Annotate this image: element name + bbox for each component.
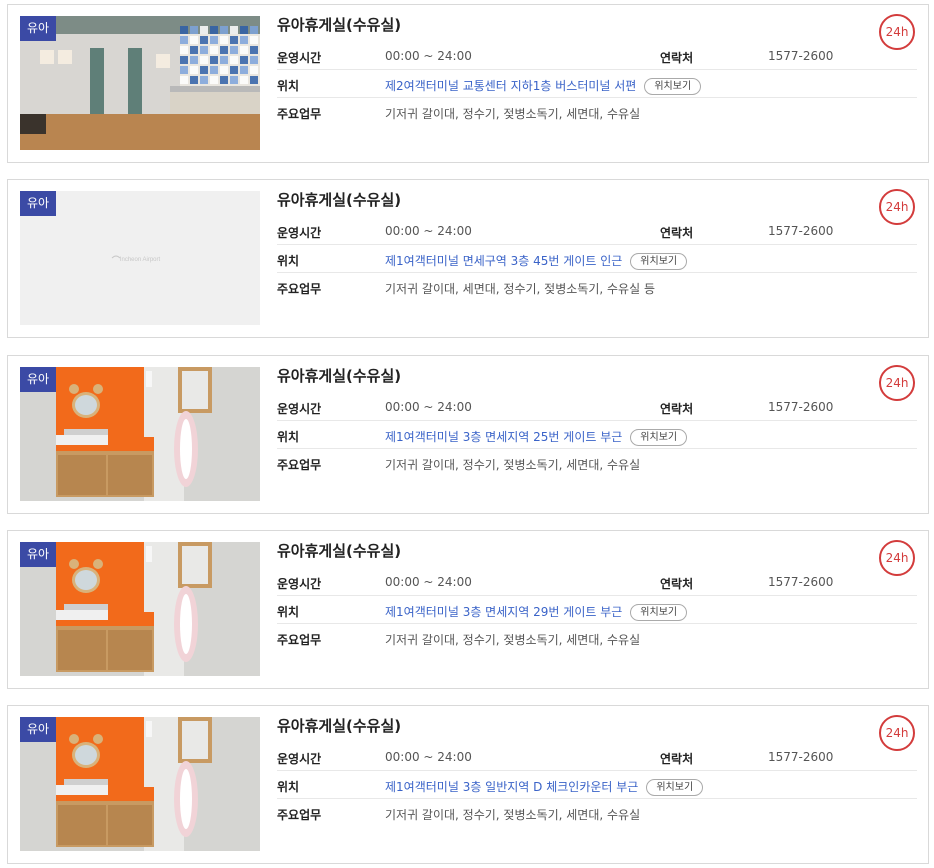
view-location-button[interactable]: 위치보기: [630, 253, 688, 270]
facility-info: 운영시간 00:00 ~ 24:00 연락처 1577-2600 위치 제1여객…: [277, 217, 917, 301]
facility-info: 운영시간 00:00 ~ 24:00 연락처 1577-2600 위치 제2여객…: [277, 42, 917, 126]
hours-label: 운영시간: [277, 752, 322, 766]
services-value: 기저귀 갈이대, 정수기, 젖병소독기, 세면대, 수유실: [385, 458, 641, 472]
hours-value: 00:00 ~ 24:00: [385, 400, 472, 414]
contact-value: 1577-2600: [768, 400, 834, 414]
location-label: 위치: [277, 79, 300, 93]
services-value: 기저귀 갈이대, 정수기, 젖병소독기, 세면대, 수유실: [385, 808, 641, 822]
category-badge: 유아: [20, 367, 56, 392]
location-row: 위치 제2여객터미널 교통센터 지하1층 버스터미널 서편 위치보기: [277, 70, 917, 98]
facility-card: 유아 유아휴게실(수유실) 24h 운영시간 00:00 ~ 24:00 연락처…: [7, 530, 929, 689]
services-row: 주요업무 기저귀 갈이대, 세면대, 정수기, 젖병소독기, 수유실 등: [277, 273, 917, 301]
facility-title: 유아휴게실(수유실): [277, 191, 402, 209]
contact-value: 1577-2600: [768, 750, 834, 764]
location-value: 제1여객터미널 3층 면세지역 29번 게이트 부근 위치보기: [385, 603, 688, 621]
location-row: 위치 제1여객터미널 3층 면세지역 29번 게이트 부근 위치보기: [277, 596, 917, 624]
hours-value: 00:00 ~ 24:00: [385, 575, 472, 589]
facility-title: 유아휴게실(수유실): [277, 717, 402, 735]
facility-card: 유아 유아휴게실(수유실) 24h 운영시간 00:00 ~ 24:00 연락처…: [7, 355, 929, 514]
contact-label: 연락처: [660, 577, 694, 591]
hours-row: 운영시간 00:00 ~ 24:00 연락처 1577-2600: [277, 42, 917, 70]
category-badge: 유아: [20, 542, 56, 567]
view-location-button[interactable]: 위치보기: [644, 78, 702, 95]
facility-photo: Incheon Airport 유아: [20, 191, 260, 325]
services-label: 주요업무: [277, 808, 322, 822]
hours-label: 운영시간: [277, 402, 322, 416]
contact-value: 1577-2600: [768, 49, 834, 63]
location-label: 위치: [277, 780, 300, 794]
category-badge: 유아: [20, 717, 56, 742]
location-value: 제1여객터미널 면세구역 3층 45번 게이트 인근 위치보기: [385, 252, 688, 270]
facility-photo: 유아: [20, 542, 260, 676]
services-row: 주요업무 기저귀 갈이대, 정수기, 젖병소독기, 세면대, 수유실: [277, 98, 917, 126]
facility-info: 운영시간 00:00 ~ 24:00 연락처 1577-2600 위치 제1여객…: [277, 743, 917, 827]
hours-row: 운영시간 00:00 ~ 24:00 연락처 1577-2600: [277, 743, 917, 771]
location-row: 위치 제1여객터미널 3층 면세지역 25번 게이트 부근 위치보기: [277, 421, 917, 449]
hours-row: 운영시간 00:00 ~ 24:00 연락처 1577-2600: [277, 217, 917, 245]
facility-title: 유아휴게실(수유실): [277, 542, 402, 560]
contact-label: 연락처: [660, 226, 694, 240]
facility-photo: 유아: [20, 717, 260, 851]
hours-row: 운영시간 00:00 ~ 24:00 연락처 1577-2600: [277, 568, 917, 596]
services-label: 주요업무: [277, 107, 322, 121]
contact-value: 1577-2600: [768, 224, 834, 238]
location-label: 위치: [277, 605, 300, 619]
services-row: 주요업무 기저귀 갈이대, 정수기, 젖병소독기, 세면대, 수유실: [277, 799, 917, 827]
hours-value: 00:00 ~ 24:00: [385, 750, 472, 764]
contact-label: 연락처: [660, 402, 694, 416]
services-row: 주요업무 기저귀 갈이대, 정수기, 젖병소독기, 세면대, 수유실: [277, 449, 917, 477]
services-value: 기저귀 갈이대, 정수기, 젖병소독기, 세면대, 수유실: [385, 633, 641, 647]
services-value: 기저귀 갈이대, 세면대, 정수기, 젖병소독기, 수유실 등: [385, 282, 655, 296]
hours-label: 운영시간: [277, 577, 322, 591]
view-location-button[interactable]: 위치보기: [630, 604, 688, 621]
category-badge: 유아: [20, 16, 56, 41]
facility-card: 유아 유아휴게실(수유실) 24h 운영시간 00:00 ~ 24:00 연락처…: [7, 705, 929, 864]
services-label: 주요업무: [277, 458, 322, 472]
location-label: 위치: [277, 430, 300, 444]
facility-title: 유아휴게실(수유실): [277, 16, 402, 34]
facility-card: 유아 유아휴게실(수유실) 24h 운영시간 00:00 ~ 24:00 연락처…: [7, 4, 929, 163]
facility-info: 운영시간 00:00 ~ 24:00 연락처 1577-2600 위치 제1여객…: [277, 393, 917, 477]
services-label: 주요업무: [277, 282, 322, 296]
contact-label: 연락처: [660, 752, 694, 766]
facility-photo: 유아: [20, 367, 260, 501]
location-value: 제1여객터미널 3층 일반지역 D 체크인카운터 부근 위치보기: [385, 778, 704, 796]
view-location-button[interactable]: 위치보기: [630, 429, 688, 446]
facility-info: 운영시간 00:00 ~ 24:00 연락처 1577-2600 위치 제1여객…: [277, 568, 917, 652]
contact-value: 1577-2600: [768, 575, 834, 589]
services-value: 기저귀 갈이대, 정수기, 젖병소독기, 세면대, 수유실: [385, 107, 641, 121]
services-label: 주요업무: [277, 633, 322, 647]
services-row: 주요업무 기저귀 갈이대, 정수기, 젖병소독기, 세면대, 수유실: [277, 624, 917, 652]
hours-value: 00:00 ~ 24:00: [385, 49, 472, 63]
view-location-button[interactable]: 위치보기: [646, 779, 704, 796]
facility-card: Incheon Airport 유아 유아휴게실(수유실) 24h 운영시간 0…: [7, 179, 929, 338]
location-label: 위치: [277, 254, 300, 268]
location-value: 제1여객터미널 3층 면세지역 25번 게이트 부근 위치보기: [385, 428, 688, 446]
location-text[interactable]: 제1여객터미널 3층 면세지역 25번 게이트 부근: [385, 430, 622, 444]
hours-label: 운영시간: [277, 51, 322, 65]
svg-text:Incheon Airport: Incheon Airport: [120, 257, 161, 263]
location-text[interactable]: 제1여객터미널 면세구역 3층 45번 게이트 인근: [385, 254, 622, 268]
facility-photo: 유아: [20, 16, 260, 150]
hours-value: 00:00 ~ 24:00: [385, 224, 472, 238]
location-row: 위치 제1여객터미널 면세구역 3층 45번 게이트 인근 위치보기: [277, 245, 917, 273]
category-badge: 유아: [20, 191, 56, 216]
hours-row: 운영시간 00:00 ~ 24:00 연락처 1577-2600: [277, 393, 917, 421]
facility-title: 유아휴게실(수유실): [277, 367, 402, 385]
location-text[interactable]: 제1여객터미널 3층 면세지역 29번 게이트 부근: [385, 605, 622, 619]
location-row: 위치 제1여객터미널 3층 일반지역 D 체크인카운터 부근 위치보기: [277, 771, 917, 799]
location-text[interactable]: 제1여객터미널 3층 일반지역 D 체크인카운터 부근: [385, 780, 638, 794]
location-value: 제2여객터미널 교통센터 지하1층 버스터미널 서편 위치보기: [385, 77, 702, 95]
location-text[interactable]: 제2여객터미널 교통센터 지하1층 버스터미널 서편: [385, 79, 636, 93]
contact-label: 연락처: [660, 51, 694, 65]
hours-label: 운영시간: [277, 226, 322, 240]
